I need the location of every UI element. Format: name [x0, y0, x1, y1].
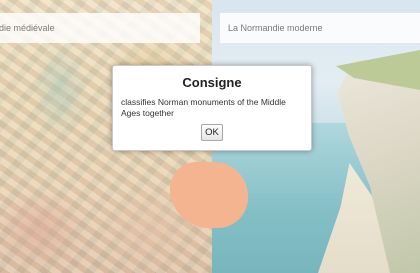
instruction-dialog: Consigne classifies Norman monuments of …: [112, 65, 312, 151]
cliff-grass: [336, 50, 420, 90]
modern-category-label[interactable]: La Normandie moderne: [220, 13, 420, 43]
cliff-area: [337, 60, 420, 273]
dialog-title: Consigne: [182, 75, 242, 90]
medieval-category-label[interactable]: ndie médiévale: [0, 13, 200, 43]
dialog-message: classifies Norman monuments of the Middl…: [121, 97, 286, 118]
beach-area: [318, 163, 390, 273]
ok-button[interactable]: OK: [201, 124, 223, 141]
